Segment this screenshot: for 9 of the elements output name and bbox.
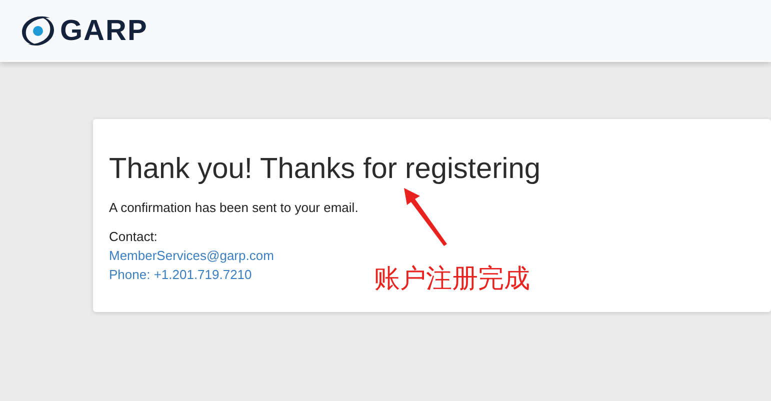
phone-link[interactable]: Phone: +1.201.719.7210 <box>109 265 252 284</box>
logo-icon <box>20 14 56 48</box>
contact-label: Contact: <box>109 228 158 246</box>
email-link[interactable]: MemberServices@garp.com <box>109 246 274 265</box>
confirmation-message: A confirmation has been sent to your email. <box>109 199 360 217</box>
annotation-text: 账户注册完成 <box>374 263 530 296</box>
annotation-arrow <box>402 186 450 248</box>
logo-text: GARP <box>60 14 148 48</box>
page-heading: Thank you! Thanks for registering <box>109 153 542 186</box>
